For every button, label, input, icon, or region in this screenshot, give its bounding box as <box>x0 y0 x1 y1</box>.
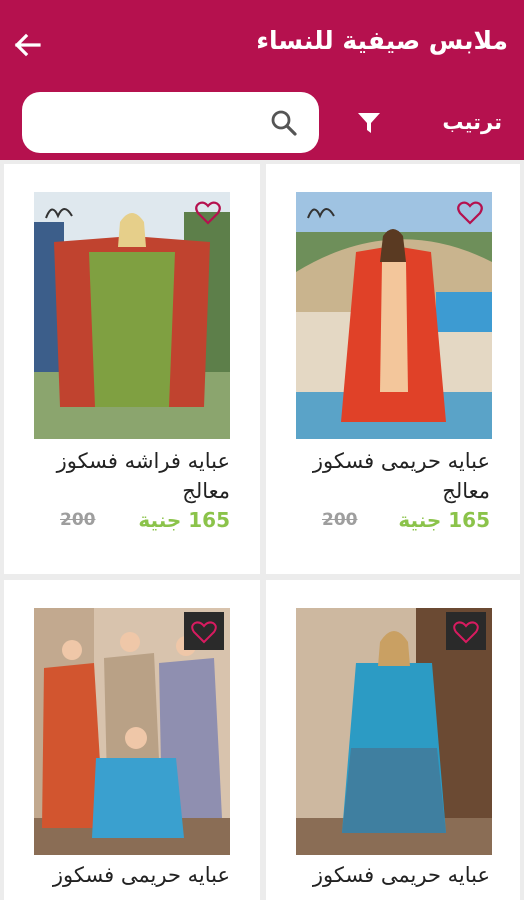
product-card[interactable]: عبايه حريمى فسكوز <box>266 580 520 900</box>
product-old-price: 200 <box>60 510 96 530</box>
filter-icon <box>358 113 380 133</box>
search-input[interactable] <box>34 102 264 142</box>
product-image <box>296 608 492 855</box>
search-icon[interactable] <box>269 108 299 138</box>
product-old-price: 200 <box>322 510 358 530</box>
sort-button[interactable]: ترتيب <box>442 110 502 134</box>
filter-button[interactable] <box>354 108 384 138</box>
product-name: عبايه حريمى فسكوز معالج <box>312 449 490 503</box>
brand-logo <box>446 612 486 650</box>
app-bar: ملابس صيفية للنساء ترتيب <box>0 0 524 160</box>
heart-outline-icon <box>457 201 483 225</box>
product-image <box>296 192 492 439</box>
search-field[interactable] <box>22 92 319 153</box>
brand-logo <box>42 198 78 224</box>
product-price: 165 جنية <box>398 508 490 532</box>
product-card[interactable]: عبايه فراشه فسكوز معالج 165 جنية 200 <box>4 164 260 574</box>
product-image <box>34 192 230 439</box>
favorite-button[interactable] <box>456 200 484 226</box>
brand-logo <box>184 612 224 650</box>
page-title: ملابس صيفية للنساء <box>256 26 508 55</box>
back-button[interactable] <box>10 28 44 62</box>
heart-outline-icon <box>195 201 221 225</box>
product-card[interactable]: عبايه حريمى فسكوز معالج 165 جنية 200 <box>266 164 520 574</box>
brand-logo <box>304 198 340 224</box>
product-price: 165 جنية <box>138 508 230 532</box>
product-name: عبايه فراشه فسكوز معالج <box>56 449 230 503</box>
product-image <box>34 608 230 855</box>
favorite-button[interactable] <box>194 200 222 226</box>
product-card[interactable]: عبايه حريمى فسكوز <box>4 580 260 900</box>
arrow-left-icon <box>14 33 41 57</box>
product-name: عبايه حريمى فسكوز <box>312 863 490 887</box>
product-name: عبايه حريمى فسكوز <box>52 863 230 887</box>
